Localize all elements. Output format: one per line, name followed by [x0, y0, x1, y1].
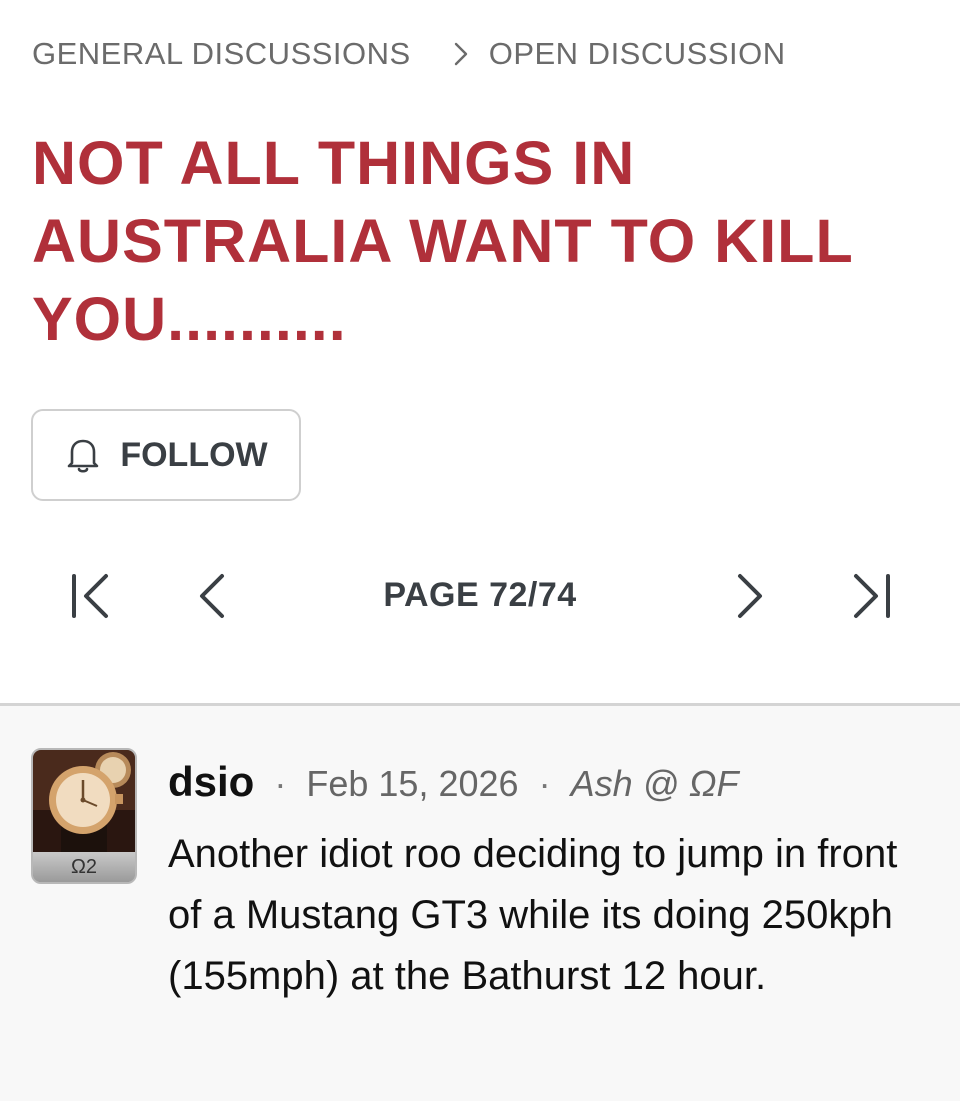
next-page-icon[interactable] [722, 570, 774, 622]
post: Ω2 dsio · Feb 15, 2026 · Ash @ ΩF Anothe… [0, 706, 960, 1101]
post-body: Another idiot roo deciding to jump in fr… [168, 832, 898, 998]
avatar[interactable]: Ω2 [31, 748, 137, 884]
prev-page-icon[interactable] [188, 570, 240, 622]
breadcrumb-parent-link[interactable]: GENERAL DISCUSSIONS [32, 36, 411, 72]
follow-button[interactable]: FOLLOW [31, 409, 301, 501]
post-date: Feb 15, 2026 [306, 763, 519, 804]
follow-label: FOLLOW [120, 435, 268, 474]
first-page-icon[interactable] [66, 570, 118, 622]
thread-header: GENERAL DISCUSSIONS OPEN DISCUSSION NOT … [0, 0, 960, 705]
meta-separator: · [538, 763, 551, 804]
breadcrumb: GENERAL DISCUSSIONS OPEN DISCUSSION [32, 36, 786, 72]
watch-avatar-image [33, 750, 135, 854]
page-indicator: PAGE 72/74 [383, 576, 577, 614]
chevron-right-icon [453, 41, 469, 67]
breadcrumb-current[interactable]: OPEN DISCUSSION [489, 36, 786, 72]
thread-title: NOT ALL THINGS IN AUSTRALIA WANT TO KILL… [32, 129, 853, 353]
post-location: Ash @ ΩF [570, 763, 739, 804]
pagination: PAGE 72/74 [0, 560, 960, 632]
bell-icon [64, 435, 102, 475]
avatar-badge: Ω2 [33, 852, 135, 882]
post-meta: dsio · Feb 15, 2026 · Ash @ ΩF [168, 758, 739, 806]
post-username[interactable]: dsio [168, 758, 254, 805]
meta-separator: · [274, 763, 287, 804]
last-page-icon[interactable] [846, 570, 898, 622]
